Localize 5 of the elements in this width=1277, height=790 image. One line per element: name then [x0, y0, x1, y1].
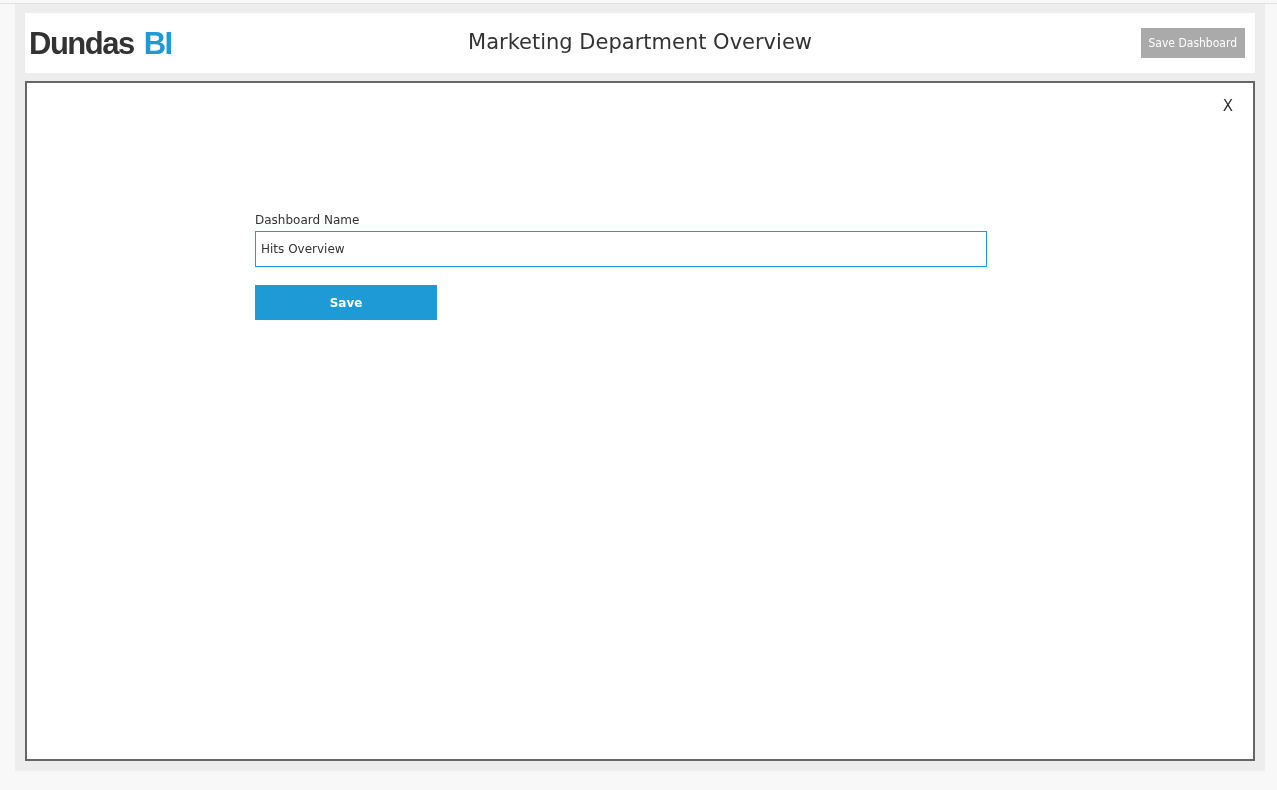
field-label: Dashboard Name	[255, 212, 361, 229]
close-button[interactable]: X	[1220, 93, 1235, 120]
logo: Dundas BI	[29, 27, 172, 59]
input-field[interactable]: Hits Overview	[255, 231, 987, 267]
dashboard-title: Marketing Department Overview	[468, 29, 812, 57]
